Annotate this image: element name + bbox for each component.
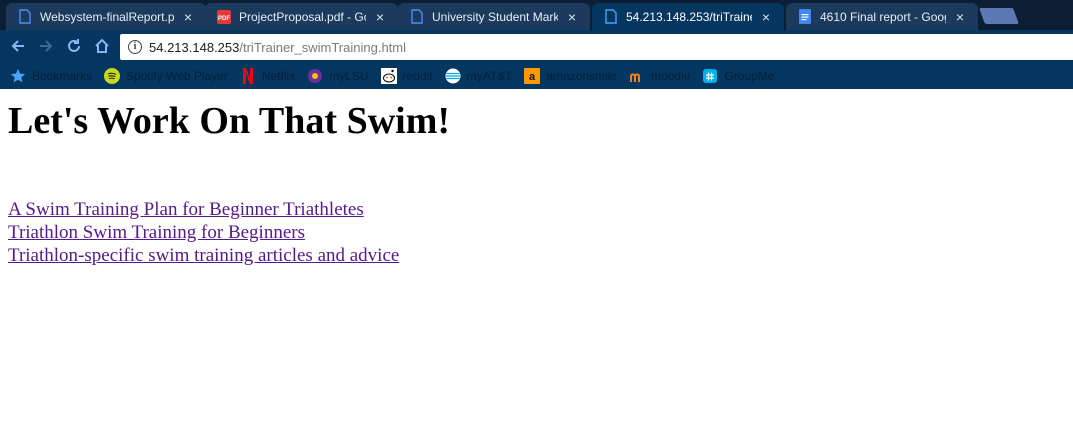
bookmark-label: myAT&T: [466, 68, 513, 83]
netflix-icon: [240, 67, 256, 84]
bookmark-label: amazonsmile: [546, 68, 618, 83]
close-icon[interactable]: ×: [952, 9, 968, 25]
link-swim-articles-advice[interactable]: Triathlon-specific swim training article…: [8, 244, 1073, 267]
arrow-left-icon: [11, 40, 24, 52]
tab-university-student-market[interactable]: University Student Marke ×: [398, 3, 590, 30]
bookmark-amazonsmile[interactable]: a amazonsmile: [524, 67, 618, 84]
url-host: 54.213.148.253: [149, 39, 240, 55]
tab-project-proposal[interactable]: PDF ProjectProposal.pdf - Go ×: [205, 3, 398, 30]
bookmark-label: Bookmarks: [32, 68, 93, 83]
close-icon[interactable]: ×: [372, 9, 388, 25]
back-button[interactable]: [6, 34, 30, 58]
address-bar[interactable]: i 54.213.148.253/triTrainer_swimTraining…: [120, 34, 1073, 60]
info-icon[interactable]: i: [128, 40, 142, 54]
att-icon: [445, 68, 461, 84]
bookmark-myatt[interactable]: myAT&T: [445, 68, 513, 84]
spotify-icon: [104, 67, 121, 84]
doc-icon: [410, 9, 424, 25]
bookmark-label: Netflix: [261, 68, 296, 83]
bookmark-bookmarks[interactable]: Bookmarks: [10, 68, 92, 84]
tab-strip: Websystem-finalReport.p × PDF ProjectPro…: [0, 0, 1073, 30]
tab-title: University Student Marke: [432, 9, 558, 24]
arrow-right-icon: [40, 40, 53, 52]
page-title: Let's Work On That Swim!: [8, 100, 451, 142]
gdocs-icon: [798, 9, 812, 25]
close-icon[interactable]: ×: [180, 9, 196, 25]
star-icon: [10, 68, 26, 84]
bookmarks-bar: Bookmarks Spotify Web Player Netflix myL…: [0, 62, 1073, 89]
bookmark-reddit[interactable]: reddit: [380, 67, 433, 84]
pdf-icon: PDF: [217, 9, 231, 25]
link-beginner-triathletes-plan[interactable]: A Swim Training Plan for Beginner Triath…: [8, 198, 1073, 221]
bookmark-label: reddit: [402, 68, 433, 83]
reload-icon: [68, 39, 80, 52]
bookmark-netflix[interactable]: Netflix: [240, 67, 296, 84]
bookmark-label: Spotify Web Player: [126, 68, 228, 83]
reddit-icon: [380, 67, 397, 84]
link-swim-training-beginners[interactable]: Triathlon Swim Training for Beginners: [8, 221, 1073, 244]
svg-text:a: a: [529, 71, 536, 83]
svg-text:PDF: PDF: [218, 16, 230, 22]
bookmark-spotify[interactable]: Spotify Web Player: [104, 67, 228, 84]
tab-websystem-final-report[interactable]: Websystem-finalReport.p ×: [6, 3, 206, 30]
close-icon[interactable]: ×: [564, 9, 580, 25]
moodle-icon: [629, 68, 645, 84]
page-icon: [604, 9, 618, 25]
home-icon: [95, 38, 109, 53]
bookmark-label: moodle: [651, 68, 691, 83]
link-list: A Swim Training Plan for Beginner Triath…: [8, 198, 1073, 267]
new-tab-button[interactable]: [979, 8, 1019, 24]
bookmark-label: GroupMe: [724, 68, 775, 83]
forward-button[interactable]: [34, 34, 58, 58]
close-icon[interactable]: ×: [758, 9, 774, 25]
home-button[interactable]: [90, 34, 114, 58]
tab-tritrainer-active[interactable]: 54.213.148.253/triTrainer ×: [592, 3, 784, 30]
lsu-icon: [307, 68, 323, 84]
amazon-icon: a: [524, 67, 541, 84]
bookmark-groupme[interactable]: GroupMe: [702, 68, 774, 84]
doc-icon: [18, 9, 32, 25]
bookmark-moodle[interactable]: moodle: [629, 68, 690, 84]
reload-button[interactable]: [62, 34, 86, 58]
bookmark-label: myLSU: [329, 68, 369, 83]
browser-toolbar: i 54.213.148.253/triTrainer_swimTraining…: [0, 30, 1073, 62]
tab-title: 54.213.148.253/triTrainer: [626, 9, 752, 24]
tab-title: ProjectProposal.pdf - Go: [239, 9, 366, 24]
tab-title: 4610 Final report - Goog: [820, 9, 946, 24]
tab-title: Websystem-finalReport.p: [40, 9, 174, 24]
page-content: Let's Work On That Swim! A Swim Training…: [0, 89, 1073, 424]
tab-4610-final-report[interactable]: 4610 Final report - Goog ×: [786, 3, 978, 30]
groupme-icon: [702, 68, 718, 84]
url-path: /triTrainer_swimTraining.html: [239, 39, 407, 55]
bookmark-mylsu[interactable]: myLSU: [307, 68, 369, 84]
